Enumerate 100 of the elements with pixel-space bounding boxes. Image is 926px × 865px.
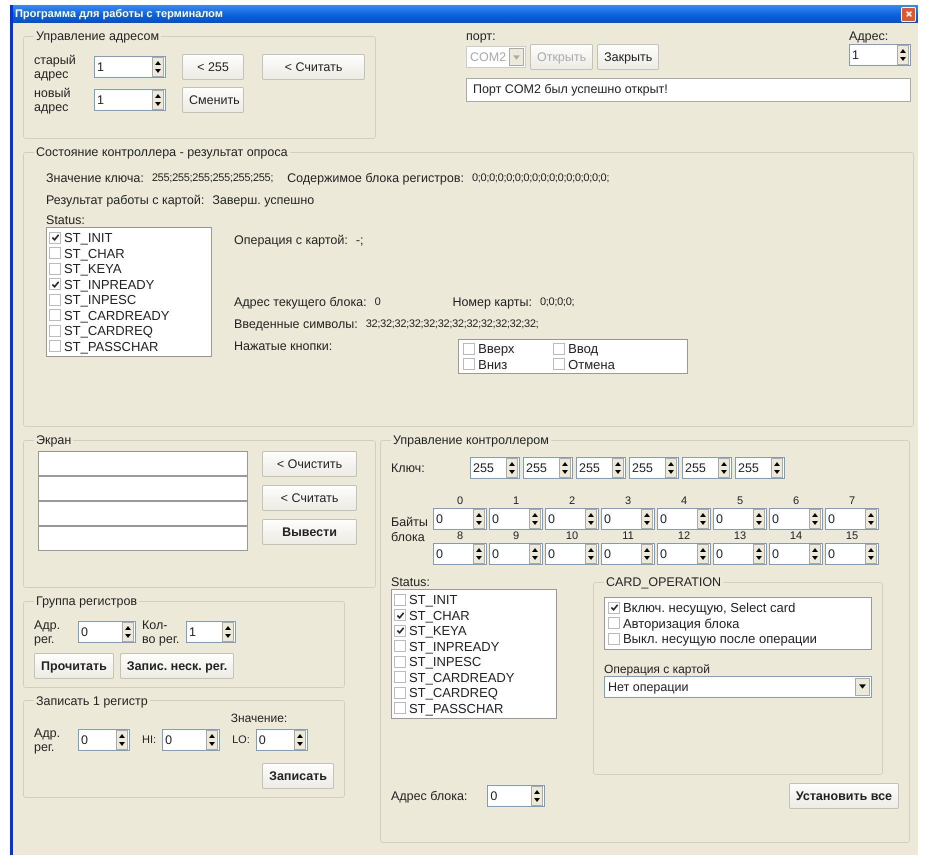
checkbox[interactable]: [49, 324, 61, 337]
spin-arrows-icon[interactable]: [294, 730, 306, 750]
spin-arrows-icon[interactable]: [585, 509, 597, 529]
spin-arrows-icon[interactable]: [641, 544, 653, 564]
spin-field[interactable]: 0: [78, 621, 136, 644]
spin-field[interactable]: 0: [769, 508, 823, 530]
checkbox[interactable]: [394, 671, 406, 684]
spin-arrows-icon[interactable]: [697, 544, 709, 564]
spin-arrows-icon[interactable]: [122, 622, 134, 642]
checkbox[interactable]: [49, 278, 61, 290]
change-button[interactable]: Сменить: [182, 87, 244, 114]
screen-line-field[interactable]: [38, 451, 248, 476]
spin-field[interactable]: 0: [713, 543, 767, 565]
spin-field[interactable]: 0: [601, 508, 655, 530]
close-port-button[interactable]: Закрыть: [597, 44, 660, 70]
spin-field[interactable]: 255: [576, 457, 626, 479]
close-button[interactable]: [901, 6, 916, 22]
spin-field[interactable]: 0: [657, 543, 711, 565]
spin-arrows-icon[interactable]: [473, 544, 485, 564]
spin-arrows-icon[interactable]: [152, 57, 164, 78]
read-button[interactable]: < Считать: [262, 54, 365, 80]
spin-arrows-icon[interactable]: [531, 786, 544, 806]
spin-field[interactable]: 1: [94, 56, 166, 78]
spin-arrows-icon[interactable]: [865, 544, 877, 564]
checkbox[interactable]: [553, 358, 566, 370]
spin-arrows-icon[interactable]: [529, 509, 541, 529]
message-field[interactable]: Порт COM2 был успешно открыт!: [466, 78, 911, 102]
checkbox[interactable]: [49, 340, 61, 352]
spin-field[interactable]: 0: [825, 543, 879, 565]
spin-arrows-icon[interactable]: [559, 458, 571, 478]
checkbox[interactable]: [49, 232, 61, 244]
checkbox[interactable]: [394, 594, 406, 606]
spin-field[interactable]: 0: [825, 508, 879, 530]
checkbox[interactable]: [463, 342, 476, 355]
checkbox[interactable]: [463, 358, 476, 370]
spin-arrows-icon[interactable]: [152, 90, 164, 110]
screen-line-field[interactable]: [38, 501, 248, 526]
read-button[interactable]: Прочитать: [34, 652, 114, 679]
checkbox[interactable]: [394, 686, 406, 699]
spin-field[interactable]: 0: [256, 729, 308, 752]
spin-field[interactable]: 0: [433, 508, 487, 530]
checkbox[interactable]: [394, 656, 406, 668]
spin-field[interactable]: 0: [489, 508, 543, 530]
screen-line-field[interactable]: [38, 476, 248, 501]
spin-arrows-icon[interactable]: [771, 458, 783, 478]
spin-field[interactable]: 0: [545, 508, 599, 530]
spin-arrows-icon[interactable]: [753, 544, 765, 564]
checkbox[interactable]: [553, 342, 566, 355]
checkbox[interactable]: [49, 294, 61, 306]
checkbox[interactable]: [394, 624, 406, 637]
spin-field[interactable]: 255: [682, 457, 732, 479]
spin-field[interactable]: 0: [657, 508, 711, 530]
spin-field[interactable]: 0: [713, 508, 767, 530]
checkbox[interactable]: [394, 702, 406, 714]
checkbox[interactable]: [394, 609, 406, 622]
spin-arrows-icon[interactable]: [585, 544, 597, 564]
spin-field[interactable]: 0: [487, 785, 546, 807]
spin-arrows-icon[interactable]: [206, 730, 218, 750]
spin-field[interactable]: 255: [523, 457, 573, 479]
spin-arrows-icon[interactable]: [529, 544, 541, 564]
checkbox[interactable]: [608, 617, 620, 630]
spin-field[interactable]: 0: [78, 729, 130, 752]
spin-field[interactable]: 1: [849, 44, 911, 66]
checkbox[interactable]: [49, 262, 61, 275]
spin-field[interactable]: 1: [186, 621, 236, 644]
spin-arrows-icon[interactable]: [897, 45, 909, 65]
spin-field[interactable]: 255: [629, 457, 679, 479]
checkbox[interactable]: [608, 602, 620, 614]
spin-arrows-icon[interactable]: [222, 622, 234, 642]
spin-arrows-icon[interactable]: [865, 509, 877, 529]
clear-button[interactable]: < Очистить: [262, 451, 357, 477]
spin-arrows-icon[interactable]: [753, 509, 765, 529]
spin-field[interactable]: 0: [162, 729, 220, 752]
spin-arrows-icon[interactable]: [809, 544, 821, 564]
spin-field[interactable]: 0: [769, 543, 823, 565]
spin-arrows-icon[interactable]: [697, 509, 709, 529]
max-address-button[interactable]: < 255: [182, 54, 244, 80]
read-button[interactable]: < Считать: [262, 485, 357, 511]
spin-arrows-icon[interactable]: [641, 509, 653, 529]
spin-field[interactable]: 255: [735, 457, 785, 479]
write-multiple-button[interactable]: Запис. неск. рег.: [120, 652, 234, 679]
output-button[interactable]: Вывести: [262, 519, 357, 545]
spin-arrows-icon[interactable]: [506, 458, 518, 478]
spin-arrows-icon[interactable]: [718, 458, 730, 478]
spin-arrows-icon[interactable]: [116, 730, 128, 750]
set-all-button[interactable]: Установить все: [788, 783, 899, 809]
spin-field[interactable]: 0: [601, 543, 655, 565]
spin-arrows-icon[interactable]: [809, 509, 821, 529]
spin-field[interactable]: 255: [470, 457, 520, 479]
checkbox[interactable]: [49, 309, 61, 322]
spin-arrows-icon[interactable]: [612, 458, 624, 478]
spin-field[interactable]: 1: [94, 89, 166, 112]
write-button[interactable]: Записать: [262, 762, 334, 788]
operation-dropdown[interactable]: Нет операции: [604, 676, 872, 698]
checkbox[interactable]: [608, 632, 620, 645]
spin-field[interactable]: 0: [545, 543, 599, 565]
checkbox[interactable]: [49, 247, 61, 260]
spin-field[interactable]: 0: [489, 543, 543, 565]
spin-arrows-icon[interactable]: [665, 458, 677, 478]
spin-field[interactable]: 0: [433, 543, 487, 565]
